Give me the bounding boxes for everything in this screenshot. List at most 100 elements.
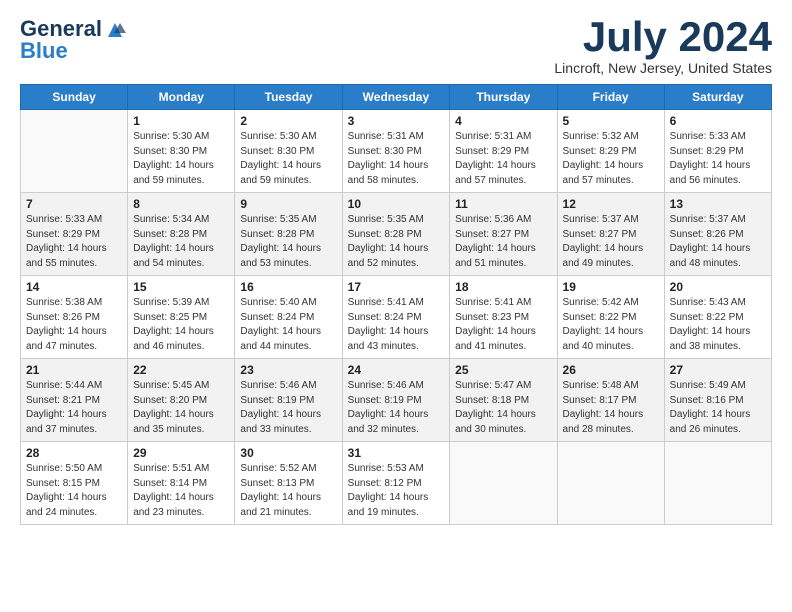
calendar-week-row: 7 Sunrise: 5:33 AM Sunset: 8:29 PM Daylig… [21, 193, 772, 276]
table-row: 12Sunrise: 5:37 AM Sunset: 8:27 PM Dayli… [557, 193, 664, 276]
table-row [450, 442, 557, 525]
calendar-week-row: 1 Sunrise: 5:30 AM Sunset: 8:30 PM Daylig… [21, 110, 772, 193]
logo-blue: Blue [20, 38, 68, 64]
cell-info: Sunrise: 5:52 AM Sunset: 8:13 PM Dayligh… [240, 462, 336, 520]
cell-info: Sunrise: 5:44 AM Sunset: 8:21 PM Dayligh… [26, 379, 122, 437]
table-row: 4 Sunrise: 5:31 AM Sunset: 8:29 PM Daylig… [450, 110, 557, 193]
table-row: 1Sunrise: 5:30 AM Sunset: 8:30 PM Daylig… [128, 110, 235, 193]
cell-info: Sunrise: 5:30 AM Sunset: 8:30 PM Dayligh… [240, 130, 336, 188]
cell-info: Sunrise: 5:49 AM Sunset: 8:16 PM Dayligh… [670, 379, 766, 437]
col-tuesday: Tuesday [235, 85, 342, 110]
table-row: 31 Sunrise: 5:53 AM Sunset: 8:12 PM Dayli… [342, 442, 450, 525]
day-number: 15 [133, 280, 229, 294]
table-row: 24Sunrise: 5:46 AM Sunset: 8:19 PM Dayli… [342, 359, 450, 442]
logo-icon [104, 19, 126, 39]
table-row: 7 Sunrise: 5:33 AM Sunset: 8:29 PM Daylig… [21, 193, 128, 276]
cell-info: Sunrise: 5:37 AM Sunset: 8:26 PM Dayligh… [670, 213, 766, 271]
table-row: 17 Sunrise: 5:41 AM Sunset: 8:24 PM Dayli… [342, 276, 450, 359]
table-row: 6Sunrise: 5:33 AM Sunset: 8:29 PM Daylig… [664, 110, 771, 193]
table-row: 30 Sunrise: 5:52 AM Sunset: 8:13 PM Dayli… [235, 442, 342, 525]
day-number: 11 [455, 197, 551, 211]
table-row: 25 Sunrise: 5:47 AM Sunset: 8:18 PM Dayli… [450, 359, 557, 442]
day-number: 18 [455, 280, 551, 294]
table-row: 16 Sunrise: 5:40 AM Sunset: 8:24 PM Dayli… [235, 276, 342, 359]
cell-info: Sunrise: 5:37 AM Sunset: 8:27 PM Dayligh… [563, 213, 659, 271]
logo: General Blue [20, 16, 126, 64]
day-number: 8 [133, 197, 229, 211]
day-number: 30 [240, 446, 336, 460]
day-number: 25 [455, 363, 551, 377]
cell-info: Sunrise: 5:43 AM Sunset: 8:22 PM Dayligh… [670, 296, 766, 354]
cell-info: Sunrise: 5:48 AM Sunset: 8:17 PM Dayligh… [563, 379, 659, 437]
cell-info: Sunrise: 5:50 AM Sunset: 8:15 PM Dayligh… [26, 462, 122, 520]
col-monday: Monday [128, 85, 235, 110]
cell-info: Sunrise: 5:35 AM Sunset: 8:28 PM Dayligh… [240, 213, 336, 271]
table-row [21, 110, 128, 193]
header: General Blue July 2024 Lincroft, New Jer… [20, 16, 772, 76]
cell-info: Sunrise: 5:41 AM Sunset: 8:24 PM Dayligh… [348, 296, 445, 354]
day-number: 27 [670, 363, 766, 377]
table-row: 8 Sunrise: 5:34 AM Sunset: 8:28 PM Daylig… [128, 193, 235, 276]
cell-info: Sunrise: 5:33 AM Sunset: 8:29 PM Dayligh… [670, 130, 766, 188]
table-row: 2 Sunrise: 5:30 AM Sunset: 8:30 PM Daylig… [235, 110, 342, 193]
table-row: 9 Sunrise: 5:35 AM Sunset: 8:28 PM Daylig… [235, 193, 342, 276]
col-friday: Friday [557, 85, 664, 110]
table-row: 28Sunrise: 5:50 AM Sunset: 8:15 PM Dayli… [21, 442, 128, 525]
day-number: 22 [133, 363, 229, 377]
month-title: July 2024 [554, 16, 772, 58]
day-number: 26 [563, 363, 659, 377]
cell-info: Sunrise: 5:46 AM Sunset: 8:19 PM Dayligh… [240, 379, 336, 437]
day-number: 9 [240, 197, 336, 211]
day-number: 2 [240, 114, 336, 128]
calendar-week-row: 14 Sunrise: 5:38 AM Sunset: 8:26 PM Dayli… [21, 276, 772, 359]
table-row: 22 Sunrise: 5:45 AM Sunset: 8:20 PM Dayli… [128, 359, 235, 442]
day-number: 19 [563, 280, 659, 294]
table-row: 14 Sunrise: 5:38 AM Sunset: 8:26 PM Dayli… [21, 276, 128, 359]
day-number: 4 [455, 114, 551, 128]
day-number: 29 [133, 446, 229, 460]
table-row: 3Sunrise: 5:31 AM Sunset: 8:30 PM Daylig… [342, 110, 450, 193]
page: General Blue July 2024 Lincroft, New Jer… [0, 0, 792, 535]
day-number: 14 [26, 280, 122, 294]
day-number: 17 [348, 280, 445, 294]
cell-info: Sunrise: 5:47 AM Sunset: 8:18 PM Dayligh… [455, 379, 551, 437]
day-number: 1 [133, 114, 229, 128]
day-number: 20 [670, 280, 766, 294]
col-sunday: Sunday [21, 85, 128, 110]
cell-info: Sunrise: 5:51 AM Sunset: 8:14 PM Dayligh… [133, 462, 229, 520]
table-row: 20 Sunrise: 5:43 AM Sunset: 8:22 PM Dayli… [664, 276, 771, 359]
table-row: 19Sunrise: 5:42 AM Sunset: 8:22 PM Dayli… [557, 276, 664, 359]
table-row: 27 Sunrise: 5:49 AM Sunset: 8:16 PM Dayli… [664, 359, 771, 442]
cell-info: Sunrise: 5:45 AM Sunset: 8:20 PM Dayligh… [133, 379, 229, 437]
cell-info: Sunrise: 5:38 AM Sunset: 8:26 PM Dayligh… [26, 296, 122, 354]
col-thursday: Thursday [450, 85, 557, 110]
day-number: 23 [240, 363, 336, 377]
day-number: 24 [348, 363, 445, 377]
cell-info: Sunrise: 5:33 AM Sunset: 8:29 PM Dayligh… [26, 213, 122, 271]
table-row: 21Sunrise: 5:44 AM Sunset: 8:21 PM Dayli… [21, 359, 128, 442]
cell-info: Sunrise: 5:35 AM Sunset: 8:28 PM Dayligh… [348, 213, 445, 271]
calendar-header-row: Sunday Monday Tuesday Wednesday Thursday… [21, 85, 772, 110]
cell-info: Sunrise: 5:34 AM Sunset: 8:28 PM Dayligh… [133, 213, 229, 271]
col-saturday: Saturday [664, 85, 771, 110]
table-row [557, 442, 664, 525]
cell-info: Sunrise: 5:32 AM Sunset: 8:29 PM Dayligh… [563, 130, 659, 188]
cell-info: Sunrise: 5:53 AM Sunset: 8:12 PM Dayligh… [348, 462, 445, 520]
day-number: 16 [240, 280, 336, 294]
table-row: 18 Sunrise: 5:41 AM Sunset: 8:23 PM Dayli… [450, 276, 557, 359]
cell-info: Sunrise: 5:36 AM Sunset: 8:27 PM Dayligh… [455, 213, 551, 271]
col-wednesday: Wednesday [342, 85, 450, 110]
day-number: 31 [348, 446, 445, 460]
cell-info: Sunrise: 5:41 AM Sunset: 8:23 PM Dayligh… [455, 296, 551, 354]
day-number: 13 [670, 197, 766, 211]
day-number: 7 [26, 197, 122, 211]
cell-info: Sunrise: 5:40 AM Sunset: 8:24 PM Dayligh… [240, 296, 336, 354]
day-number: 3 [348, 114, 445, 128]
cell-info: Sunrise: 5:31 AM Sunset: 8:29 PM Dayligh… [455, 130, 551, 188]
table-row: 10 Sunrise: 5:35 AM Sunset: 8:28 PM Dayli… [342, 193, 450, 276]
cell-info: Sunrise: 5:39 AM Sunset: 8:25 PM Dayligh… [133, 296, 229, 354]
table-row [664, 442, 771, 525]
table-row: 26 Sunrise: 5:48 AM Sunset: 8:17 PM Dayli… [557, 359, 664, 442]
table-row: 23 Sunrise: 5:46 AM Sunset: 8:19 PM Dayli… [235, 359, 342, 442]
day-number: 10 [348, 197, 445, 211]
